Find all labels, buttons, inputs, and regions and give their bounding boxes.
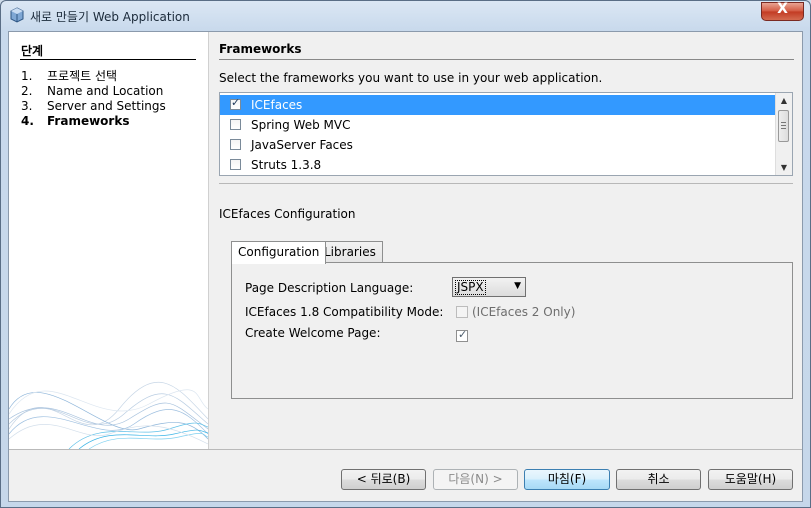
list-item-label: Struts 1.3.8 [251,158,322,172]
welcome-page-checkbox[interactable] [456,328,468,342]
list-item-label: JavaServer Faces [251,138,353,152]
step-item: 1. 프로젝트 선택 [21,69,166,84]
step-label: 프로젝트 선택 [47,69,118,83]
welcome-label: Create Welcome Page: [245,326,381,340]
config-section-title: ICEfaces Configuration [219,207,356,221]
page-title: Frameworks [219,42,302,56]
steps-panel: 단계 1. 프로젝트 선택 2. Name and Location 3. Serve… [9,32,209,449]
step-number: 2. [21,84,33,98]
step-number: 1. [21,69,33,83]
list-item-spring-web-mvc[interactable]: Spring Web MVC [220,115,776,135]
title-bar[interactable]: 새로 만들기 Web Application X [1,1,810,31]
next-button[interactable]: 다음(N) > [433,469,518,490]
step-label: Server and Settings [47,99,166,113]
list-item-javaserver-faces[interactable]: JavaServer Faces [220,135,776,155]
list-item-icefaces[interactable]: ICEfaces [220,95,776,115]
cancel-button[interactable]: 취소 [616,469,701,490]
section-divider [219,183,793,184]
netbeans-cube-icon [10,7,24,23]
instruction-text: Select the frameworks you want to use in… [219,71,603,85]
compat-note: (ICEfaces 2 Only) [472,305,576,319]
scroll-up-arrow-icon[interactable]: ▲ [776,93,792,108]
tab-configuration[interactable]: Configuration [231,241,327,264]
close-button[interactable]: X [761,1,804,21]
title-divider [219,59,794,60]
icefaces-checkbox[interactable] [230,96,241,110]
compat-checkbox[interactable] [456,306,468,318]
jsf-checkbox[interactable] [230,139,241,150]
configuration-tab-panel: Page Description Language: JSPX ▼ ICEfac… [231,262,793,399]
dialog-client: 단계 1. 프로젝트 선택 2. Name and Location 3. Serve… [8,31,803,502]
list-scrollbar[interactable]: ▲ ▼ [775,93,792,175]
tab-libraries[interactable]: Libraries [317,241,383,263]
pdl-label: Page Description Language: [245,281,414,295]
frameworks-list[interactable]: ICEfaces Spring Web MVC JavaServer Faces… [219,92,793,176]
steps-list: 1. 프로젝트 선택 2. Name and Location 3. Server a… [21,69,166,129]
help-button[interactable]: 도움말(H) [708,469,793,490]
list-item-struts[interactable]: Struts 1.3.8 [220,155,776,175]
step-item: 3. Server and Settings [21,99,166,114]
wizard-window: 새로 만들기 Web Application X 단계 1. 프로젝트 선택 2.… [0,0,811,508]
step-label: Name and Location [47,84,164,98]
chevron-down-icon: ▼ [514,281,521,291]
spring-checkbox[interactable] [230,119,241,130]
frameworks-panel: Frameworks Select the frameworks you wan… [219,32,803,449]
pdl-selected-value: JSPX [455,280,486,295]
step-number: 4. [21,114,34,128]
steps-heading: 단계 [21,44,44,58]
compat-label: ICEfaces 1.8 Compatibility Mode: [245,305,444,319]
window-title: 새로 만들기 Web Application [30,10,190,24]
steps-divider [20,59,196,60]
list-item-label: Spring Web MVC [251,118,351,132]
step-item: 2. Name and Location [21,84,166,99]
step-number: 3. [21,99,33,113]
step-label: Frameworks [47,114,130,128]
footer-divider [9,449,802,450]
struts-checkbox[interactable] [230,159,241,170]
scroll-down-arrow-icon[interactable]: ▼ [776,160,792,175]
decorative-wave-graphic [9,382,208,449]
step-item-current: 4. Frameworks [21,114,166,129]
pdl-select[interactable]: JSPX ▼ [452,277,526,297]
back-button[interactable]: < 뒤로(B) [341,469,426,490]
list-item-label: ICEfaces [251,98,303,112]
scroll-thumb[interactable] [778,110,789,142]
close-icon: X [777,1,788,17]
finish-button[interactable]: 마침(F) [524,469,610,490]
